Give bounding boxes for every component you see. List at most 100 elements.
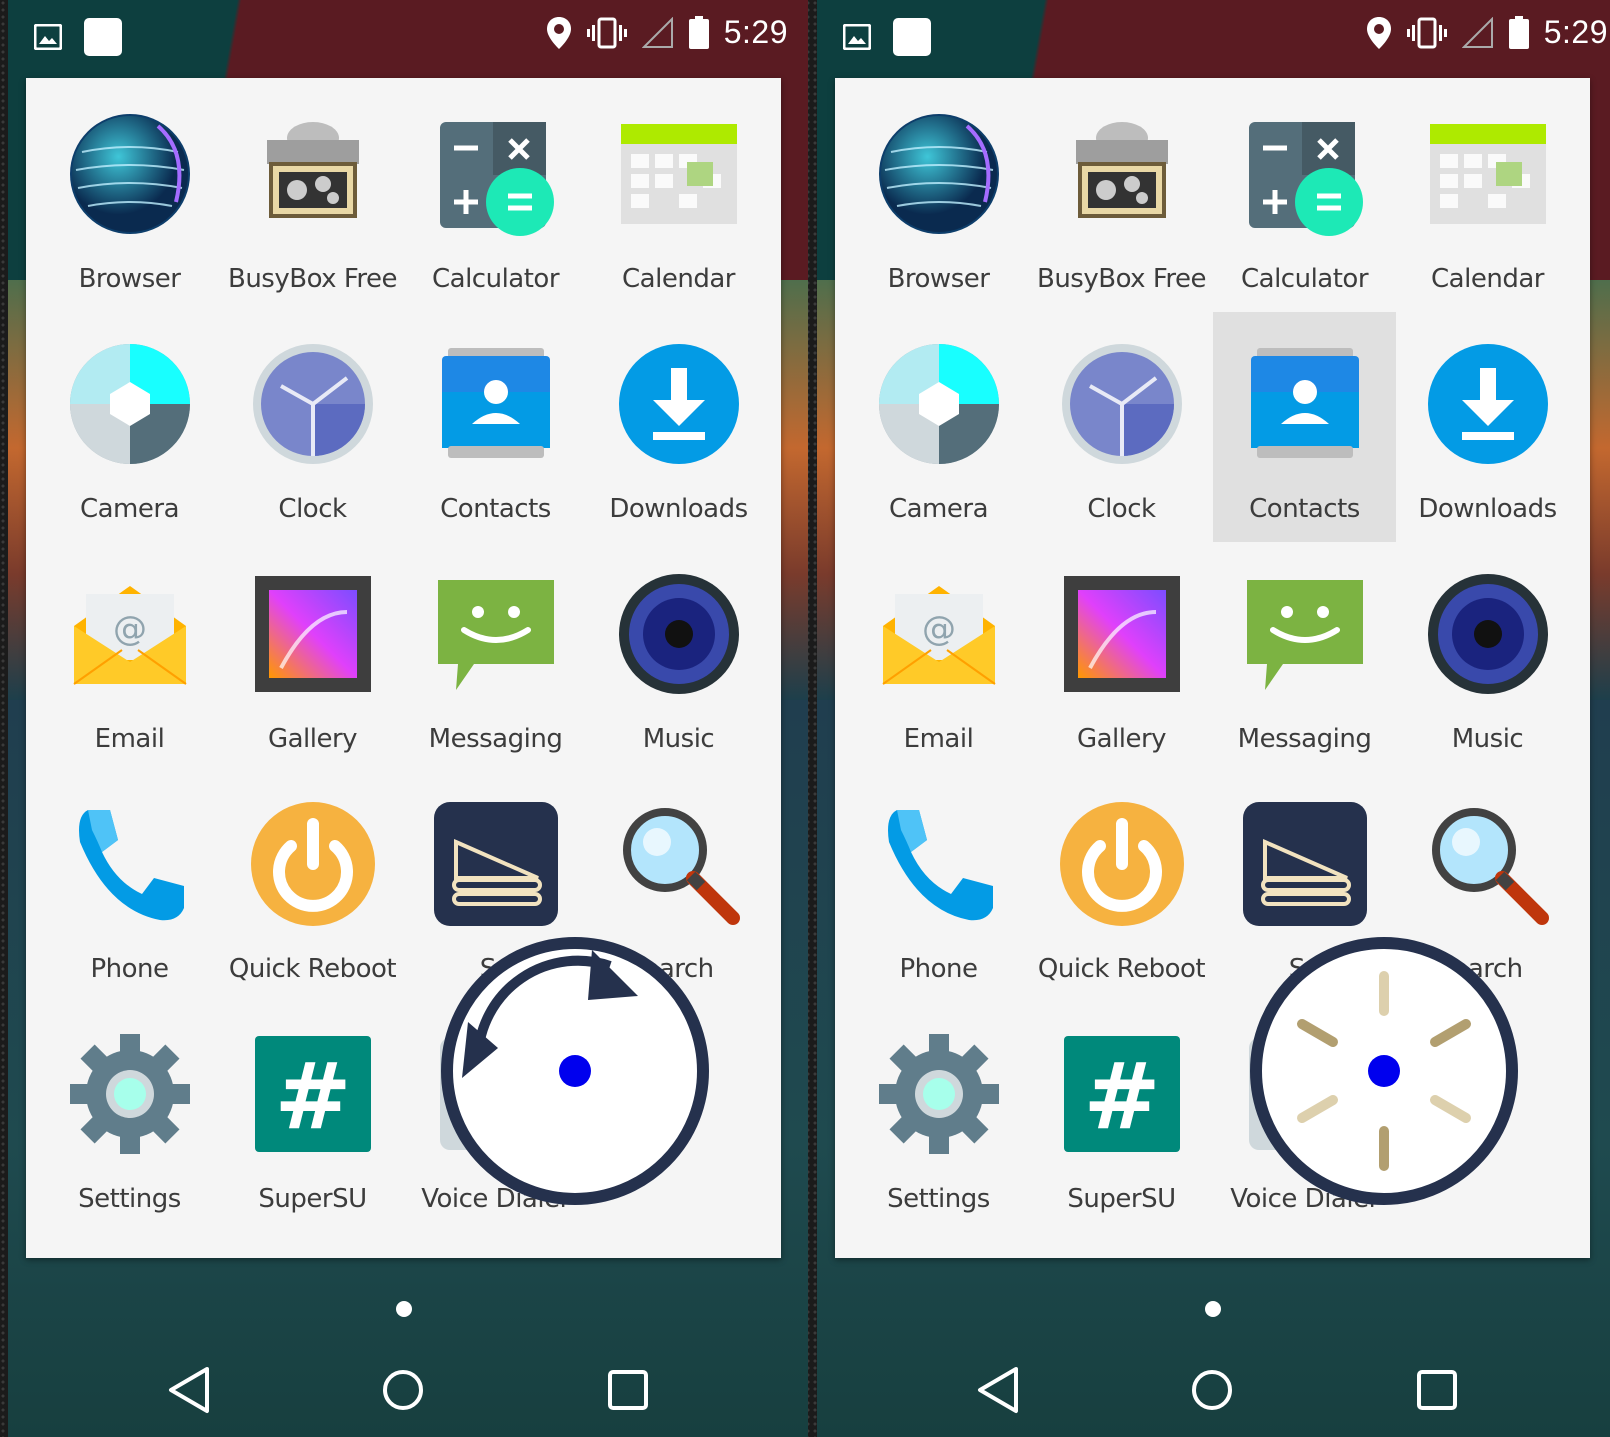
back-button[interactable] bbox=[165, 1365, 215, 1415]
phone-screen-left: 5:29 Browser BusyBox Free Calculator Calend… bbox=[8, 0, 808, 1437]
vibrate-icon bbox=[586, 17, 627, 48]
app-label: Gallery bbox=[267, 724, 358, 754]
phone-icon bbox=[68, 802, 192, 926]
touch-point bbox=[559, 1055, 591, 1087]
app-label: Browser bbox=[887, 264, 990, 294]
app-camera[interactable]: Camera bbox=[847, 312, 1030, 542]
settings-icon bbox=[68, 1032, 192, 1156]
app-label: Camera bbox=[79, 494, 180, 524]
app-label: Music bbox=[1451, 724, 1524, 754]
app-label: Messaging bbox=[1237, 724, 1372, 754]
svg-text:#: # bbox=[1083, 1043, 1160, 1150]
signal-icon bbox=[641, 16, 673, 48]
app-calculator[interactable]: Calculator bbox=[1213, 82, 1396, 312]
app-quick-reboot[interactable]: Quick Reboot bbox=[1030, 772, 1213, 1002]
vibrate-icon bbox=[1406, 17, 1447, 48]
app-camera[interactable]: Camera bbox=[38, 312, 221, 542]
calculator-icon bbox=[1243, 112, 1367, 236]
gallery-icon bbox=[251, 572, 375, 696]
clock-time: 5:29 bbox=[1543, 14, 1608, 50]
app-busybox-free[interactable]: BusyBox Free bbox=[221, 82, 404, 312]
location-icon bbox=[1366, 16, 1391, 49]
app-messaging[interactable]: Messaging bbox=[404, 542, 587, 772]
app-clock[interactable]: Clock bbox=[1030, 312, 1213, 542]
app-label: Clock bbox=[278, 494, 347, 524]
app-email[interactable]: @ Email bbox=[38, 542, 221, 772]
app-phone[interactable]: Phone bbox=[847, 772, 1030, 1002]
app-label: Calendar bbox=[1431, 264, 1544, 294]
app-label: BusyBox Free bbox=[227, 264, 398, 294]
app-calculator[interactable]: Calculator bbox=[404, 82, 587, 312]
app-supersu[interactable]: # SuperSU bbox=[221, 1002, 404, 1232]
calendar-icon bbox=[1426, 112, 1550, 236]
svg-text:@: @ bbox=[922, 609, 956, 649]
app-quick-reboot[interactable]: Quick Reboot bbox=[221, 772, 404, 1002]
app-browser[interactable]: Browser bbox=[38, 82, 221, 312]
app-clock[interactable]: Clock bbox=[221, 312, 404, 542]
blank-notification-icon bbox=[893, 18, 931, 56]
app-label: Downloads bbox=[609, 494, 748, 524]
calculator-icon bbox=[434, 112, 558, 236]
loading-spinner-icon bbox=[1250, 937, 1518, 1205]
app-phone[interactable]: Phone bbox=[38, 772, 221, 1002]
app-gallery[interactable]: Gallery bbox=[221, 542, 404, 772]
app-browser[interactable]: Browser bbox=[847, 82, 1030, 312]
app-messaging[interactable]: Messaging bbox=[1213, 542, 1396, 772]
svg-text:@: @ bbox=[113, 609, 147, 649]
app-label: Camera bbox=[888, 494, 989, 524]
clock-icon bbox=[251, 342, 375, 466]
back-button[interactable] bbox=[974, 1365, 1024, 1415]
app-settings[interactable]: Settings bbox=[38, 1002, 221, 1232]
app-downloads[interactable]: Downloads bbox=[587, 312, 770, 542]
app-calendar[interactable]: Calendar bbox=[1396, 82, 1579, 312]
app-calendar[interactable]: Calendar bbox=[587, 82, 770, 312]
app-music[interactable]: Music bbox=[1396, 542, 1579, 772]
app-music[interactable]: Music bbox=[587, 542, 770, 772]
app-email[interactable]: @ Email bbox=[847, 542, 1030, 772]
sandwich-icon bbox=[1243, 802, 1367, 926]
app-contacts[interactable]: Contacts bbox=[404, 312, 587, 542]
status-bar: 5:29 bbox=[817, 0, 1610, 76]
app-label: SuperSU bbox=[258, 1184, 367, 1214]
music-icon bbox=[1426, 572, 1550, 696]
settings-icon bbox=[877, 1032, 1001, 1156]
app-label: Messaging bbox=[428, 724, 563, 754]
app-label: Music bbox=[642, 724, 715, 754]
app-downloads[interactable]: Downloads bbox=[1396, 312, 1579, 542]
page-indicator bbox=[1205, 1301, 1221, 1317]
app-busybox-free[interactable]: BusyBox Free bbox=[1030, 82, 1213, 312]
home-button[interactable] bbox=[378, 1365, 428, 1415]
supersu-icon: # bbox=[251, 1032, 375, 1156]
app-label: Gallery bbox=[1076, 724, 1167, 754]
contacts-icon bbox=[434, 342, 558, 466]
app-label: Phone bbox=[90, 954, 169, 984]
search-icon bbox=[1426, 802, 1550, 926]
music-icon bbox=[617, 572, 741, 696]
recents-button[interactable] bbox=[603, 1365, 653, 1415]
app-supersu[interactable]: # SuperSU bbox=[1030, 1002, 1213, 1232]
battery-icon bbox=[688, 15, 709, 49]
image-notification-icon bbox=[34, 24, 62, 50]
app-label: Email bbox=[94, 724, 165, 754]
status-bar: 5:29 bbox=[8, 0, 808, 76]
phone-icon bbox=[877, 802, 1001, 926]
signal-icon bbox=[1461, 16, 1493, 48]
app-gallery[interactable]: Gallery bbox=[1030, 542, 1213, 772]
browser-icon bbox=[68, 112, 192, 236]
battery-icon bbox=[1508, 15, 1529, 49]
phone-screen-right: 5:29 Browser BusyBox Free Calculator Calend… bbox=[817, 0, 1610, 1437]
location-icon bbox=[546, 16, 571, 49]
app-settings[interactable]: Settings bbox=[847, 1002, 1030, 1232]
recents-button[interactable] bbox=[1412, 1365, 1462, 1415]
email-icon: @ bbox=[877, 572, 1001, 696]
app-contacts[interactable]: Contacts bbox=[1213, 312, 1396, 542]
camera-icon bbox=[877, 342, 1001, 466]
app-label: Clock bbox=[1087, 494, 1156, 524]
app-label: Downloads bbox=[1418, 494, 1557, 524]
blank-notification-icon bbox=[84, 18, 122, 56]
app-label: BusyBox Free bbox=[1036, 264, 1207, 294]
app-label: Email bbox=[903, 724, 974, 754]
app-label: Phone bbox=[899, 954, 978, 984]
home-button[interactable] bbox=[1187, 1365, 1237, 1415]
busybox-icon bbox=[251, 112, 375, 236]
